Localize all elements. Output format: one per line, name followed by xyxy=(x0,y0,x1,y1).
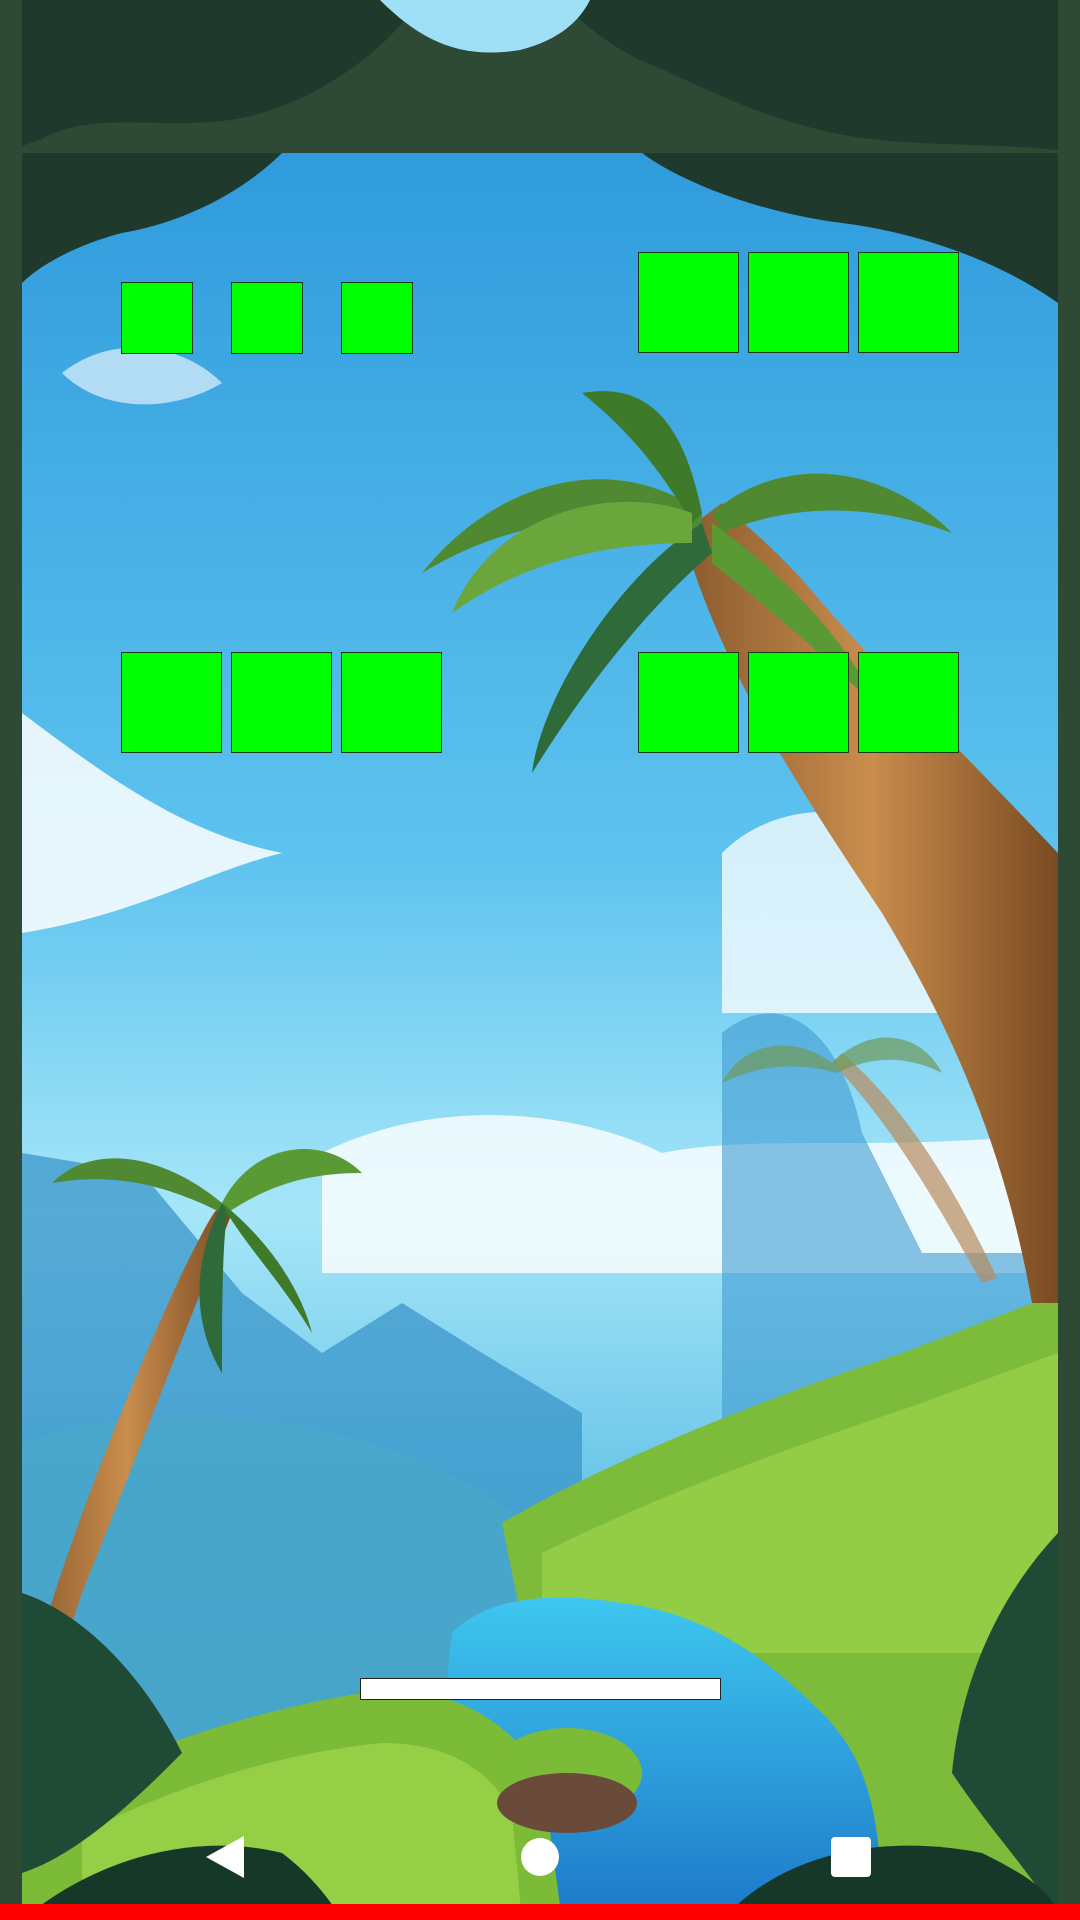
tile-slot-10[interactable] xyxy=(638,652,739,753)
home-circle-icon-glyph xyxy=(521,1838,559,1876)
tile-slot-5[interactable] xyxy=(748,252,849,353)
left-frame xyxy=(0,0,22,1920)
tile-slot-2[interactable] xyxy=(231,282,303,354)
recents-square-icon-glyph xyxy=(831,1837,871,1877)
tile-slot-8[interactable] xyxy=(231,652,332,753)
right-frame xyxy=(1058,0,1080,1920)
top-frame xyxy=(0,0,1080,153)
jungle-illustration xyxy=(22,153,1058,1920)
tile-slot-9[interactable] xyxy=(341,652,442,753)
jungle-background xyxy=(22,153,1058,1920)
tile-slot-3[interactable] xyxy=(341,282,413,354)
tile-slot-7[interactable] xyxy=(121,652,222,753)
back-triangle-icon[interactable] xyxy=(202,1834,248,1880)
tile-slot-6[interactable] xyxy=(858,252,959,353)
back-triangle-icon-glyph xyxy=(206,1836,244,1878)
tile-slot-1[interactable] xyxy=(121,282,193,354)
loading-progress-bar xyxy=(360,1678,721,1700)
recents-square-icon[interactable] xyxy=(828,1834,874,1880)
tile-slot-11[interactable] xyxy=(748,652,849,753)
home-circle-icon[interactable] xyxy=(517,1834,563,1880)
tile-slot-12[interactable] xyxy=(858,652,959,753)
tile-slot-4[interactable] xyxy=(638,252,739,353)
bottom-red-strip xyxy=(0,1904,1080,1920)
canopy-top-decoration xyxy=(0,0,1080,153)
